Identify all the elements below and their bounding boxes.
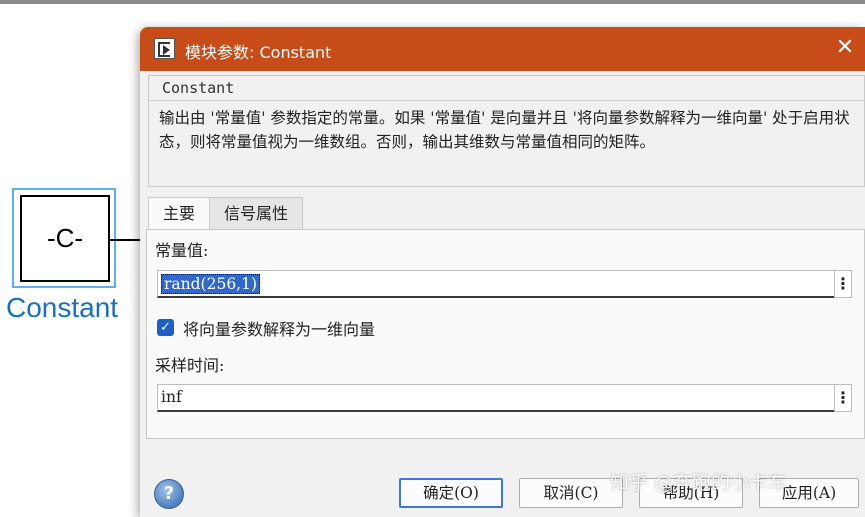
tab-signal-attributes[interactable]: 信号属性	[209, 197, 304, 229]
sample-time-label: 采样时间:	[155, 356, 225, 375]
description-text: 输出由 '常量值' 参数指定的常量。如果 '常量值' 是向量并且 '将向量参数解…	[159, 109, 850, 151]
dialog-titlebar[interactable]: 模块参数: Constant ✕	[140, 27, 865, 71]
sample-time-text: inf	[161, 388, 182, 406]
simulink-block-icon	[154, 38, 175, 59]
tab-bar: 主要 信号属性	[148, 197, 304, 230]
description-divider	[149, 100, 865, 101]
constant-block[interactable]: -C-	[20, 195, 110, 282]
interpret-vector-checkbox[interactable]: ✓	[157, 319, 174, 336]
help-button[interactable]: 帮助(H)	[639, 478, 743, 508]
interpret-vector-label[interactable]: 将向量参数解释为一维向量	[183, 316, 375, 340]
tab-main[interactable]: 主要	[148, 197, 211, 230]
help-icon[interactable]: ?	[154, 479, 184, 509]
constant-value-label: 常量值:	[155, 241, 209, 260]
constant-value-input[interactable]: rand(256,1)	[157, 270, 836, 298]
description-heading: Constant	[162, 79, 235, 97]
constant-block-text: -C-	[46, 223, 84, 253]
main-tab-panel: 常量值: rand(256,1) ⋮ ✓ 将向量参数解释为一维向量 采样时间: …	[146, 229, 865, 439]
description-group: Constant 输出由 '常量值' 参数指定的常量。如果 '常量值' 是向量并…	[148, 75, 865, 187]
sample-time-input[interactable]: inf	[157, 384, 836, 412]
block-parameters-dialog: 模块参数: Constant ✕ Constant 输出由 '常量值' 参数指定…	[140, 27, 865, 517]
sample-time-more-options-button[interactable]: ⋮	[834, 384, 852, 412]
ok-button[interactable]: 确定(O)	[399, 478, 503, 508]
window-top-edge	[0, 0, 865, 4]
close-icon[interactable]: ✕	[833, 37, 857, 61]
constant-block-label[interactable]: Constant	[6, 292, 118, 324]
constant-more-options-button[interactable]: ⋮	[834, 270, 852, 298]
dialog-title: 模块参数: Constant	[185, 43, 332, 62]
cancel-button[interactable]: 取消(C)	[519, 478, 623, 508]
constant-value-text: rand(256,1)	[161, 274, 261, 294]
apply-button[interactable]: 应用(A)	[759, 478, 859, 508]
